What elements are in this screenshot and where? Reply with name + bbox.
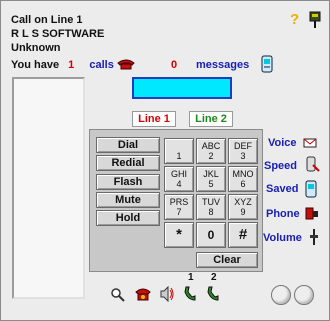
key-digit: 6 [240, 179, 246, 189]
handset-1-icon[interactable] [183, 285, 197, 303]
phone-app-window: Call on Line 1 R L S SOFTWARE Unknown ? … [0, 0, 330, 321]
caller-info: Call on Line 1 R L S SOFTWARE Unknown [11, 13, 104, 55]
key-letters: XYZ [234, 197, 252, 207]
key-letters: JKL [203, 169, 219, 179]
help-icon[interactable]: ? [290, 11, 299, 28]
speaker-icon[interactable] [159, 286, 175, 302]
calls-count: 1 [68, 59, 75, 71]
handset-2-icon[interactable] [206, 285, 220, 303]
key-letters: TUV [202, 197, 220, 207]
speed-dial-icon [306, 156, 320, 172]
key-letters: GHI [170, 169, 187, 179]
key-2[interactable]: ABC 2 [196, 138, 226, 164]
key-letters: MNO [232, 169, 254, 179]
keypad-frame: Dial Redial Flash Mute Hold 1 ABC 2 DEF 3 … [89, 129, 263, 272]
key-star[interactable]: * [164, 222, 194, 248]
speed-button[interactable]: Speed [264, 160, 297, 172]
volume-icon [310, 229, 318, 245]
key-digit: 9 [240, 207, 246, 217]
you-have-label: You have [11, 59, 60, 71]
key-digit: 4 [176, 179, 182, 189]
hold-button[interactable]: Hold [96, 210, 160, 226]
key-hash[interactable]: # [228, 222, 258, 248]
key-letters: ABC [201, 141, 221, 151]
summary-row: You have 1 calls [11, 59, 114, 71]
saved-icon [305, 180, 317, 198]
pin-icon[interactable] [308, 11, 322, 29]
ringer-icon[interactable] [134, 286, 152, 302]
calls-label[interactable]: calls [89, 59, 113, 71]
key-digit: 1 [176, 151, 182, 161]
tab-line-1[interactable]: Line 1 [132, 111, 176, 127]
key-3[interactable]: DEF 3 [228, 138, 258, 164]
voice-label: Voice [268, 137, 297, 149]
phone-label: Phone [266, 208, 300, 220]
key-digit: 5 [208, 179, 214, 189]
search-icon[interactable] [111, 288, 125, 302]
messages-label[interactable]: messages [196, 59, 249, 71]
key-digit: 2 [208, 151, 214, 161]
caller-name: R L S SOFTWARE [11, 28, 105, 40]
messages-count: 0 [171, 59, 178, 71]
key-9[interactable]: XYZ 9 [228, 194, 258, 220]
line-2-number: 2 [211, 272, 217, 283]
speed-label: Speed [264, 160, 298, 172]
key-letters: PRS [169, 197, 189, 207]
volume-button[interactable]: Volume [263, 232, 302, 244]
caller-number: Unknown [11, 42, 61, 54]
key-7[interactable]: PRS 7 [164, 194, 194, 220]
key-0[interactable]: 0 [196, 222, 226, 248]
key-digit: 8 [208, 207, 214, 217]
number-display [132, 77, 232, 99]
key-6[interactable]: MNO 6 [228, 166, 258, 192]
key-letters [165, 141, 193, 151]
saved-button[interactable]: Saved [266, 183, 298, 195]
key-1[interactable]: 1 [164, 138, 194, 164]
saved-label: Saved [266, 183, 299, 195]
key-digit: 3 [240, 151, 246, 161]
clear-button[interactable]: Clear [196, 252, 258, 268]
flash-button[interactable]: Flash [96, 174, 160, 190]
line-status: Call on Line 1 [11, 14, 83, 26]
phone-icon[interactable] [117, 58, 135, 70]
volume-label: Volume [263, 232, 302, 244]
voice-button[interactable]: Voice [268, 137, 297, 149]
key-4[interactable]: GHI 4 [164, 166, 194, 192]
key-8[interactable]: TUV 8 [196, 194, 226, 220]
phone-button[interactable]: Phone [266, 208, 300, 220]
tab-line-2[interactable]: Line 2 [189, 111, 233, 127]
mute-button[interactable]: Mute [96, 192, 160, 208]
envelope-icon [303, 138, 317, 148]
redial-button[interactable]: Redial [96, 155, 160, 171]
key-letters: DEF [234, 141, 252, 151]
message-icon[interactable] [261, 55, 273, 73]
dial-button[interactable]: Dial [96, 137, 160, 153]
call-log-panel[interactable] [12, 77, 85, 299]
key-5[interactable]: JKL 5 [196, 166, 226, 192]
key-digit: 7 [176, 207, 182, 217]
circle-button-left[interactable] [271, 285, 291, 305]
phone-handset-icon [305, 207, 318, 220]
circle-button-right[interactable] [294, 285, 314, 305]
line-1-number: 1 [188, 272, 194, 283]
